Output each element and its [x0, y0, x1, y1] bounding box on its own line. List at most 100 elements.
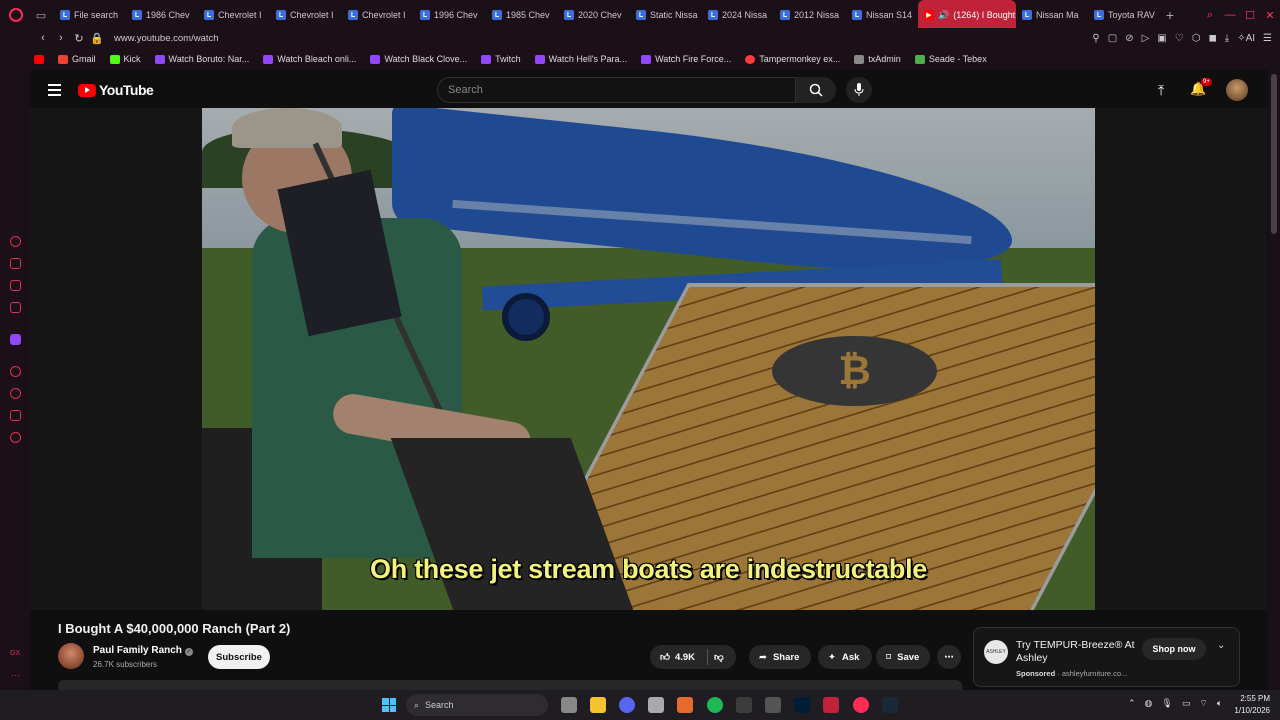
account-avatar[interactable]	[1226, 79, 1248, 101]
gx-corner-icon[interactable]: GX	[10, 650, 20, 657]
new-tab-button[interactable]: +	[1160, 7, 1180, 23]
chevron-down-icon[interactable]: ⌄	[1217, 640, 1225, 651]
search-button[interactable]	[796, 77, 836, 103]
spotify-icon[interactable]	[707, 697, 723, 713]
tab-6[interactable]: L 1996 Chev	[414, 0, 486, 30]
tab-9[interactable]: L Static Nissa	[630, 0, 702, 30]
mic-tray-icon[interactable]: 🎙︎	[1161, 698, 1172, 709]
steam-icon[interactable]	[882, 697, 898, 713]
tab-3[interactable]: L Chevrolet I	[198, 0, 270, 30]
description-box[interactable]	[58, 680, 962, 690]
page-scrollbar[interactable]	[1268, 70, 1280, 690]
settings-icon[interactable]	[10, 432, 21, 443]
tab-7[interactable]: L 1985 Chev	[486, 0, 558, 30]
volume-icon[interactable]: 🔈︎	[1217, 698, 1222, 709]
wifi-icon[interactable]: ⌔	[1199, 698, 1207, 709]
history-icon[interactable]	[10, 388, 21, 399]
speaker-icon[interactable]: 🔊	[938, 10, 949, 21]
minimize-icon[interactable]: —	[1220, 9, 1240, 21]
bookmark-bleach[interactable]: Watch Bleach onli...	[263, 54, 356, 64]
player-sidebar-icon[interactable]	[10, 366, 21, 377]
opera-menu-button[interactable]	[0, 0, 32, 30]
bookmark-twitch[interactable]: Twitch	[481, 54, 521, 64]
like-button[interactable]: 👍︎ 4.9K	[660, 651, 695, 664]
news-icon[interactable]	[10, 280, 21, 291]
channel-avatar[interactable]	[58, 643, 84, 669]
bookmark-tebex[interactable]: Seade - Tebex	[914, 54, 987, 64]
share-button[interactable]: ➦ Share	[749, 645, 811, 669]
app-icon[interactable]	[648, 697, 664, 713]
guide-menu-icon[interactable]	[48, 84, 61, 99]
tab-4[interactable]: L Chevrolet I	[270, 0, 342, 30]
forward-icon[interactable]: ›	[52, 32, 70, 44]
url-field[interactable]: www.youtube.com/watch	[114, 33, 219, 44]
opera-gx-icon[interactable]	[853, 697, 869, 713]
tab-14[interactable]: L Nissan Ma	[1016, 0, 1088, 30]
tray-app-icon[interactable]: ◍	[1145, 698, 1153, 709]
bookmark-hells-paradise[interactable]: Watch Hell's Para...	[534, 54, 627, 64]
player-icon[interactable]: ▷	[1142, 33, 1150, 44]
tab-11[interactable]: L 2012 Nissa	[774, 0, 846, 30]
ai-button[interactable]: ✧AI	[1237, 33, 1255, 44]
download-icon[interactable]: ⤓	[1225, 33, 1229, 44]
channel-name[interactable]: Paul Family Ranch ✓	[93, 645, 193, 656]
bag-icon[interactable]	[10, 258, 21, 269]
scrollbar-thumb[interactable]	[1271, 74, 1277, 234]
wallet-icon[interactable]: ▣	[1157, 33, 1166, 44]
tab-15[interactable]: L Toyota RAV	[1088, 0, 1160, 30]
tab-1[interactable]: L File search	[54, 0, 126, 30]
voice-search-button[interactable]	[846, 77, 872, 103]
extensions-icon[interactable]: ⬡	[1192, 33, 1201, 44]
mail-icon[interactable]	[10, 302, 21, 313]
extensions-sidebar-icon[interactable]	[10, 410, 21, 421]
clock[interactable]: 2:55 PM 1/10/2026	[1228, 693, 1270, 717]
tab-active-youtube[interactable]: ▶ 🔊 (1264) I Bought A	[918, 0, 1016, 30]
maximize-icon[interactable]: ☐	[1240, 9, 1260, 22]
back-icon[interactable]: ‹	[34, 32, 52, 44]
terminal-icon[interactable]	[736, 697, 752, 713]
bookmark-fire-force[interactable]: Watch Fire Force...	[641, 54, 731, 64]
tab-12[interactable]: L Nissan S14	[846, 0, 918, 30]
search-tabs-icon[interactable]: ⌕	[1200, 9, 1220, 22]
tray-chevron-icon[interactable]: ⌃	[1128, 698, 1136, 709]
bookmark-kick[interactable]: Kick	[109, 54, 141, 64]
pin-icon[interactable]: ⚲	[1092, 33, 1099, 44]
heart-icon[interactable]: ♡	[1175, 33, 1184, 44]
reload-icon[interactable]: ↻	[70, 32, 88, 45]
more-actions-button[interactable]: ⋯	[937, 645, 961, 669]
youtube-logo[interactable]: YouTube	[78, 82, 154, 98]
snapshot-icon[interactable]: ▢	[1108, 33, 1117, 44]
menu-icon[interactable]: ☰	[1263, 33, 1272, 44]
photoshop-icon[interactable]	[794, 697, 810, 713]
subscribe-button[interactable]: Subscribe	[208, 645, 270, 669]
bookmark-youtube[interactable]	[34, 54, 44, 64]
tab-5[interactable]: L Chevrolet I	[342, 0, 414, 30]
video-player[interactable]: ₿ Oh these jet stream boats are indestru…	[202, 108, 1095, 610]
task-view-icon[interactable]	[561, 697, 577, 713]
bookmark-black-clover[interactable]: Watch Black Clove...	[370, 54, 467, 64]
tab-overview-icon[interactable]: ▭	[32, 0, 50, 30]
bookmark-txadmin[interactable]: txAdmin	[854, 54, 901, 64]
sponsored-ad-card[interactable]: ASHLEY Try TEMPUR-Breeze® At Ashley Spon…	[973, 627, 1240, 687]
close-icon[interactable]: ✕	[1260, 9, 1280, 22]
bookmark-tampermonkey[interactable]: Tampermonkey ex...	[745, 54, 840, 64]
vscode-icon[interactable]	[823, 697, 839, 713]
blender-icon[interactable]	[677, 697, 693, 713]
speed-dial-icon[interactable]	[10, 236, 21, 247]
shop-now-button[interactable]: Shop now	[1142, 638, 1206, 660]
file-explorer-icon[interactable]	[590, 697, 606, 713]
tab-2[interactable]: L 1986 Chev	[126, 0, 198, 30]
save-button[interactable]: ⌑ Save	[876, 645, 930, 669]
notion-icon[interactable]	[765, 697, 781, 713]
tab-10[interactable]: L 2024 Nissa	[702, 0, 774, 30]
profile-icon[interactable]: ◼	[1208, 33, 1216, 44]
dislike-button[interactable]: 👎︎	[714, 651, 724, 663]
chat-tray-icon[interactable]: ▭	[1182, 698, 1191, 709]
upload-icon[interactable]: ⤒	[1158, 82, 1164, 99]
bookmark-boruto[interactable]: Watch Boruto: Nar...	[154, 54, 249, 64]
windows-start-icon[interactable]	[382, 698, 396, 712]
discord-icon[interactable]	[619, 697, 635, 713]
sidebar-more-icon[interactable]: ···	[11, 670, 20, 680]
ask-button[interactable]: ✦ Ask	[818, 645, 872, 669]
adblock-icon[interactable]: ⊘	[1125, 33, 1133, 44]
